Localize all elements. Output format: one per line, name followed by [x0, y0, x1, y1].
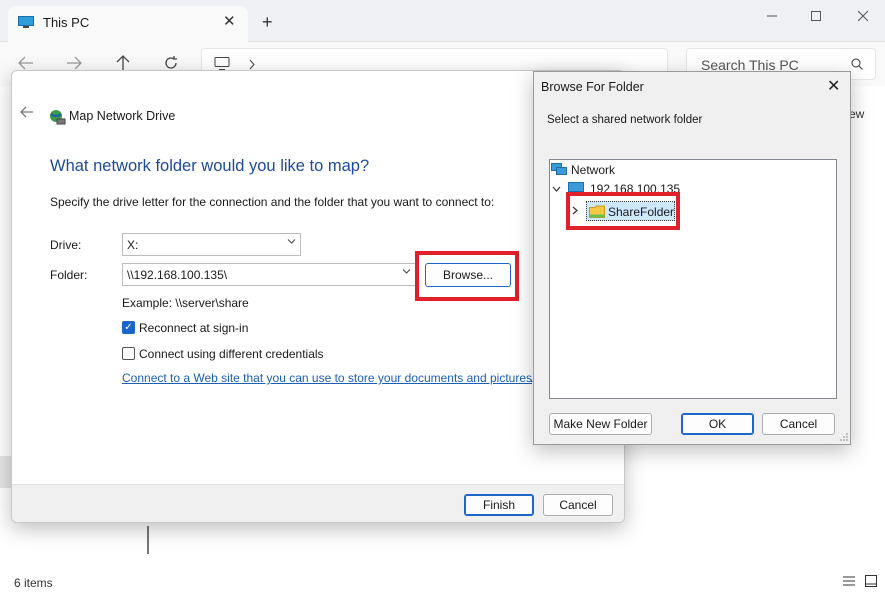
computer-icon	[214, 57, 230, 70]
tab-close-icon[interactable]: ✕	[223, 12, 236, 30]
ok-button[interactable]: OK	[681, 413, 754, 435]
tab-title: This PC	[43, 15, 90, 30]
chevron-down-icon[interactable]	[552, 185, 561, 193]
scrollbar-thumb[interactable]	[147, 526, 149, 554]
drive-value: X:	[127, 238, 139, 252]
explorer-titlebar: This PC ✕ +	[0, 0, 885, 42]
dialog-heading: What network folder would you like to ma…	[50, 157, 370, 175]
network-drive-icon	[50, 110, 66, 125]
chevron-down-icon	[287, 239, 296, 244]
credentials-label[interactable]: Connect using different credentials	[139, 347, 324, 361]
web-site-link[interactable]: Connect to a Web site that you can use t…	[122, 371, 532, 385]
tiles-view-icon[interactable]	[864, 574, 878, 588]
close-icon[interactable]: ✕	[827, 76, 840, 96]
chevron-right-icon[interactable]	[248, 59, 256, 70]
forward-arrow-icon[interactable]	[66, 56, 82, 70]
details-view-icon[interactable]	[842, 574, 856, 588]
maximize-icon[interactable]	[801, 5, 831, 27]
highlight-box	[566, 192, 680, 230]
finish-button[interactable]: Finish	[464, 494, 534, 516]
chevron-down-icon	[402, 269, 411, 274]
dialog-title: Map Network Drive	[69, 109, 176, 123]
dialog-footer: Finish Cancel	[12, 484, 624, 522]
folder-example: Example: \\server\share	[122, 296, 249, 310]
make-new-folder-button[interactable]: Make New Folder	[549, 413, 652, 435]
new-tab-icon[interactable]: +	[262, 12, 273, 33]
folder-label: Folder:	[50, 268, 88, 282]
cancel-button[interactable]: Cancel	[762, 413, 835, 435]
browse-button[interactable]: Browse...	[425, 263, 511, 287]
drive-label: Drive:	[50, 238, 82, 252]
dialog-description: Specify the drive letter for the connect…	[50, 195, 495, 209]
credentials-checkbox[interactable]	[122, 347, 135, 360]
browse-dialog-subtitle: Select a shared network folder	[547, 114, 703, 126]
monitor-icon	[18, 16, 34, 28]
folder-combobox[interactable]: \\192.168.100.135\	[122, 263, 416, 286]
browse-dialog-title: Browse For Folder	[541, 80, 644, 94]
folder-value: \\192.168.100.135\	[127, 268, 228, 282]
item-count: 6 items	[14, 576, 53, 590]
reconnect-label[interactable]: Reconnect at sign-in	[139, 321, 248, 335]
refresh-icon[interactable]	[163, 55, 179, 71]
close-window-icon[interactable]	[848, 5, 878, 27]
partial-toolbar-text: ew	[849, 107, 865, 121]
browse-for-folder-dialog: Browse For Folder ✕ Select a shared netw…	[533, 71, 851, 445]
network-icon	[551, 163, 567, 175]
up-arrow-icon[interactable]	[116, 55, 130, 71]
tree-item-network[interactable]: Network	[571, 163, 615, 177]
reconnect-checkbox[interactable]: ✓	[122, 321, 135, 334]
nav-pane-edge	[0, 456, 11, 488]
resize-grip-icon[interactable]	[839, 432, 849, 442]
back-arrow-icon[interactable]	[20, 106, 34, 118]
status-bar: 6 items	[0, 572, 885, 594]
tab-this-pc[interactable]: This PC ✕	[8, 6, 248, 42]
back-arrow-icon[interactable]	[18, 56, 34, 70]
drive-select[interactable]: X:	[122, 233, 301, 256]
cancel-button[interactable]: Cancel	[543, 494, 613, 516]
minimize-icon[interactable]	[757, 5, 787, 27]
search-icon	[851, 58, 863, 70]
